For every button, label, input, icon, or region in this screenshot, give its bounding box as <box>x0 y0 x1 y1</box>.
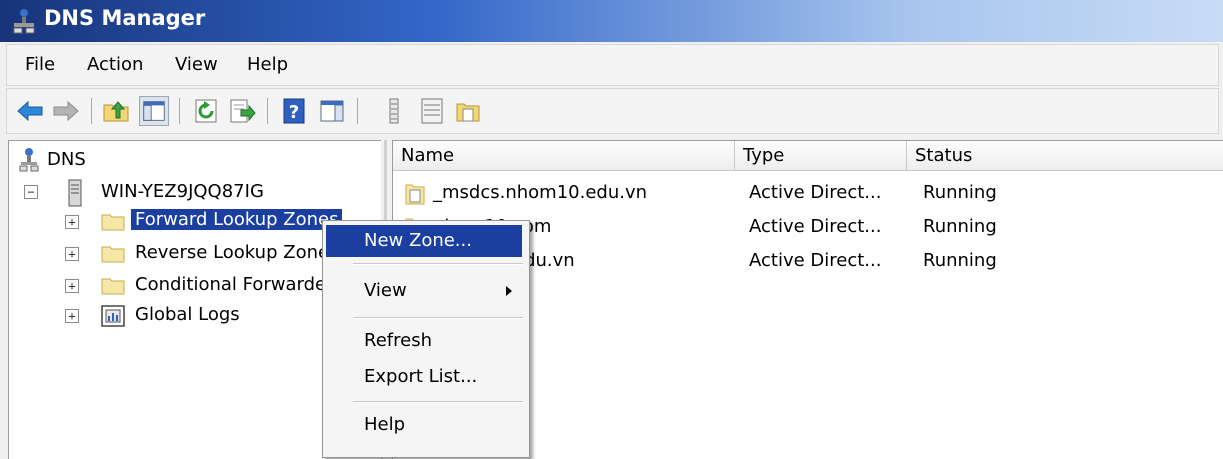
submenu-arrow-icon <box>506 286 512 296</box>
toolbar-separator <box>91 98 92 124</box>
menu-separator <box>353 401 523 403</box>
menu-item-refresh[interactable]: Refresh <box>326 325 522 357</box>
menu-file[interactable]: File <box>25 54 55 75</box>
zone-status: Running <box>923 250 997 271</box>
menu-item-label: Export List... <box>364 366 478 387</box>
toolbar-separator <box>267 98 268 124</box>
context-menu: New Zone... View Refresh Export List... … <box>322 220 530 458</box>
title-bar: DNS Manager <box>0 0 1223 42</box>
zone-status: Running <box>923 182 997 203</box>
toolbar-separator <box>179 98 180 124</box>
tree-item-label: Reverse Lookup Zones <box>135 242 339 263</box>
menu-bar: File Action View Help <box>6 44 1219 86</box>
dns-server-icon <box>13 9 35 34</box>
menu-item-label: Refresh <box>364 330 432 351</box>
menu-item-export-list[interactable]: Export List... <box>326 361 522 393</box>
menu-item-new-zone[interactable]: New Zone... <box>326 225 522 257</box>
expand-icon[interactable]: + <box>65 215 79 229</box>
help-icon[interactable]: ? <box>279 96 309 126</box>
column-header-name[interactable]: Name <box>393 141 735 171</box>
back-arrow-icon[interactable] <box>15 96 45 126</box>
svg-text:?: ? <box>289 102 299 123</box>
up-folder-icon[interactable] <box>101 96 131 126</box>
forward-arrow-icon[interactable] <box>51 96 81 126</box>
menu-item-help[interactable]: Help <box>326 409 522 441</box>
menu-action[interactable]: Action <box>87 54 143 75</box>
expand-icon[interactable]: + <box>65 309 79 323</box>
zone-status: Running <box>923 216 997 237</box>
collapse-icon[interactable]: − <box>24 185 38 199</box>
column-header-type[interactable]: Type <box>735 141 907 171</box>
column-header-status[interactable]: Status <box>907 141 1223 171</box>
refresh-icon[interactable] <box>191 96 221 126</box>
properties-icon[interactable] <box>453 96 483 126</box>
zone-type: Active Direct... <box>749 216 882 237</box>
tree-item-label: Forward Lookup Zones <box>131 209 343 230</box>
menu-item-label: View <box>364 280 407 301</box>
zone-type: Active Direct... <box>749 182 882 203</box>
toolbar: ? <box>6 88 1219 134</box>
list-view-icon[interactable] <box>379 96 409 126</box>
export-list-icon[interactable] <box>227 96 257 126</box>
zone-name: _msdcs.nhom10.edu.vn <box>433 182 648 203</box>
window-title: DNS Manager <box>44 6 206 30</box>
folder-icon <box>101 246 125 263</box>
menu-separator <box>353 263 523 265</box>
zone-type: Active Direct... <box>749 250 882 271</box>
show-hide-action-pane-icon[interactable] <box>317 96 347 126</box>
table-row[interactable]: _msdcs.nhom10.edu.vn Active Direct... Ru… <box>393 179 1223 209</box>
tree-root-label: DNS <box>47 149 86 170</box>
menu-separator <box>353 317 523 319</box>
folder-icon <box>101 278 125 295</box>
toolbar-separator <box>357 98 358 124</box>
show-hide-console-tree-icon[interactable] <box>139 96 169 126</box>
dns-server-icon <box>19 148 39 172</box>
menu-view[interactable]: View <box>175 54 218 75</box>
expand-icon[interactable]: + <box>65 279 79 293</box>
folder-icon <box>101 214 125 231</box>
menu-item-label: New Zone... <box>364 230 472 251</box>
detail-view-icon[interactable] <box>417 96 447 126</box>
server-label: WIN-YEZ9JQQ87IG <box>101 181 264 202</box>
tree-item-label: Global Logs <box>135 304 240 325</box>
zone-file-icon <box>405 184 425 205</box>
expand-icon[interactable]: + <box>65 247 79 261</box>
tree-item-label: Conditional Forwarders <box>135 274 343 295</box>
menu-item-label: Help <box>364 414 406 435</box>
menu-item-view[interactable]: View <box>326 275 522 307</box>
server-icon <box>68 179 82 207</box>
menu-help[interactable]: Help <box>247 54 288 75</box>
event-log-icon <box>101 305 125 327</box>
